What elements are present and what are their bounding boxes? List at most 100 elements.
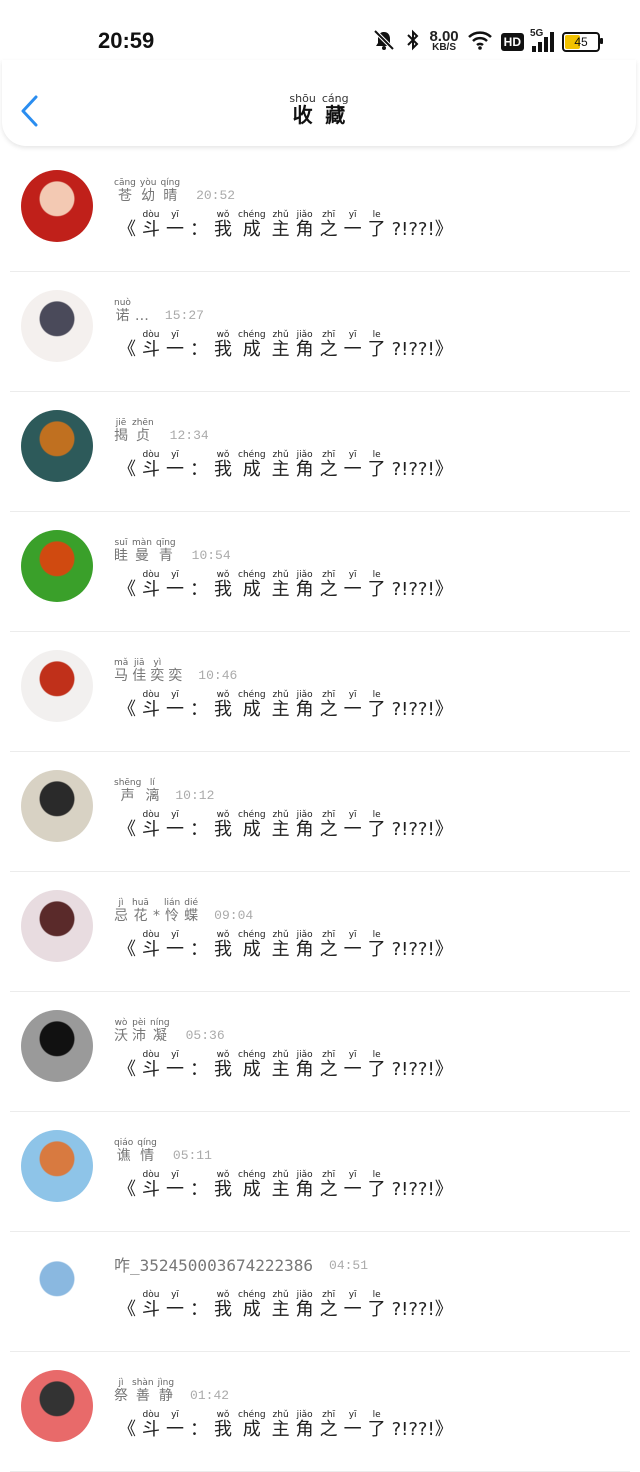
hd-badge: HD — [500, 33, 524, 51]
hanzi: 了 — [367, 1419, 386, 1440]
list-item[interactable]: shēng 声 lí 漓 10:12 《 dòu 斗 yī 一 ： wǒ 我 chéng 成 zhǔ 主 jiǎo… — [0, 752, 640, 872]
item-meta: mǎ 马 jiā 佳 yì 奕奕 10:46 — [114, 658, 237, 684]
avatar[interactable] — [21, 1130, 93, 1202]
list-item[interactable]: nuò 诺… 15:27 《 dòu 斗 yī 一 ： wǒ 我 chéng 成 zhǔ 主 jiǎo 角 zhī… — [0, 272, 640, 392]
list-item[interactable]: wò 沃 pèi 沛 níng 凝 05:36 《 dòu 斗 yī 一： wǒ 我 chéng 成 zhǔ 主 j… — [0, 992, 640, 1112]
message-text: 《 dòu 斗 yī 一 ： wǒ 我 chéng 成 zhǔ 主 jiǎo 角 zhī 之 yī 一 le 了?!?… — [118, 450, 453, 480]
pinyin: wò — [114, 1018, 128, 1028]
message-char: wǒ 我 — [214, 1170, 232, 1200]
hanzi: 斗 — [142, 939, 160, 960]
list-item[interactable]: jiē 揭 zhēn 贞 12:34 《 dòu 斗 yī 一： wǒ 我 chéng 成 zhǔ 主 jiǎo… — [0, 392, 640, 512]
avatar[interactable] — [21, 1010, 93, 1082]
hanzi: 之 — [319, 1419, 338, 1440]
message-char: yī 一 — [166, 1290, 184, 1320]
hanzi: 奕 — [150, 668, 165, 684]
message-char: le 了 — [368, 930, 386, 960]
hanzi: 之 — [319, 699, 338, 720]
battery-icon: 45 — [562, 32, 603, 52]
message-char: zhǔ 主 — [272, 1290, 290, 1320]
avatar[interactable] — [21, 650, 93, 722]
pinyin: qīng — [156, 538, 176, 548]
hanzi: 主 — [271, 1419, 290, 1440]
name-char: pèi 沛 — [132, 1018, 146, 1044]
hanzi: 了 — [367, 699, 386, 720]
mute-bell-icon — [371, 29, 397, 56]
avatar[interactable] — [21, 290, 93, 362]
message-char: ： — [190, 330, 208, 360]
pinyin: huā — [132, 898, 149, 908]
hanzi: 之 — [319, 1059, 338, 1080]
avatar[interactable] — [21, 1370, 93, 1442]
sender-name: wò 沃 pèi 沛 níng 凝 — [114, 1018, 170, 1044]
message-char: zhī 之 — [320, 210, 338, 240]
message-char: yī 一 — [166, 330, 184, 360]
message-char: wǒ 我 — [214, 930, 232, 960]
message-char: ： — [190, 810, 208, 840]
message-char: ： — [190, 1410, 208, 1440]
hanzi: 苍 — [117, 188, 132, 204]
name-char: yòu 幼 — [140, 178, 157, 204]
pinyin: qíng — [160, 178, 181, 188]
list-item[interactable]: jì 祭 shàn 善 jìng 静 01:42 《 dòu 斗 yī 一： wǒ 我 chéng 成 zhǔ 主… — [0, 1352, 640, 1472]
hanzi: ： — [190, 1299, 208, 1320]
pinyin: suī — [114, 538, 128, 548]
net-speed-unit: KB/S — [432, 42, 456, 53]
sender-name: cāng 苍 yòu 幼 qíng 晴 — [114, 178, 180, 204]
name-char: màn 曼 — [132, 538, 152, 564]
hanzi: 漓 — [145, 788, 160, 804]
hanzi: 我 — [214, 459, 232, 480]
hanzi: 角 — [295, 1059, 314, 1080]
pinyin: yòu — [139, 178, 157, 188]
hanzi: 成 — [242, 1179, 261, 1200]
message-char: dòu 斗 — [142, 690, 160, 720]
name-char: dié 蝶 — [184, 898, 198, 924]
avatar[interactable] — [21, 770, 93, 842]
message-char: wǒ 我 — [214, 1410, 232, 1440]
bluetooth-icon — [405, 29, 421, 56]
avatar[interactable] — [21, 890, 93, 962]
item-meta: jiē 揭 zhēn 贞 12:34 — [114, 418, 209, 444]
hanzi: 主 — [271, 699, 290, 720]
pinyin: pèi — [132, 1018, 146, 1028]
avatar[interactable] — [21, 1250, 93, 1322]
list-item[interactable]: suī 眭 màn 曼 qīng 青 10:54 《 dòu 斗 yī 一： wǒ 我 chéng 成 zhǔ 主… — [0, 512, 640, 632]
hanzi: ： — [190, 579, 208, 600]
message-char: zhǔ 主 — [272, 1410, 290, 1440]
avatar[interactable] — [21, 170, 93, 242]
list-item[interactable]: qiáo 谯 qíng 情 05:11 《 dòu 斗 yī 一： wǒ 我 chéng 成 zhǔ 主 jiǎ… — [0, 1112, 640, 1232]
list-item[interactable]: cāng 苍 yòu 幼 qíng 晴 20:52 《 dòu 斗 yī 一： wǒ 我 chéng 成 zhǔ… — [0, 152, 640, 272]
hanzi: 佳 — [132, 668, 147, 684]
hanzi: 奕 — [168, 668, 183, 684]
hanzi: 斗 — [142, 459, 160, 480]
message-char: wǒ 我 — [214, 810, 232, 840]
quote-open: 《 — [118, 1299, 136, 1320]
hanzi: 主 — [271, 459, 290, 480]
hanzi: 静 — [158, 1388, 173, 1404]
hanzi: 我 — [214, 1179, 232, 1200]
hanzi: 斗 — [142, 339, 160, 360]
message-char: zhǔ 主 — [272, 1170, 290, 1200]
message-char: jiǎo 角 — [296, 930, 314, 960]
list-item[interactable]: jì 忌 huā 花 * lián 怜 dié 蝶 09:04 《 dòu 斗 yī 一： wǒ 我 chéng 成… — [0, 872, 640, 992]
avatar[interactable] — [21, 530, 93, 602]
pinyin: yì — [153, 658, 162, 668]
name-char: qíng 晴 — [160, 178, 180, 204]
item-meta: jì 祭 shàn 善 jìng 静 01:42 — [114, 1378, 229, 1404]
hanzi: 花 — [133, 908, 148, 924]
message-char: le 了 — [368, 210, 386, 240]
cell-signal-icon: 5G — [530, 28, 554, 52]
list-item[interactable]: mǎ 马 jiā 佳 yì 奕奕 10:46 《 dòu 斗 yī 一： wǒ 我 chéng 成 zhǔ 主 ji… — [0, 632, 640, 752]
message-char: dòu 斗 — [142, 930, 160, 960]
item-meta: jì 忌 huā 花 * lián 怜 dié 蝶 09:04 — [114, 898, 253, 924]
hanzi: 一 — [343, 1419, 362, 1440]
sender-name: qiáo 谯 qíng 情 — [114, 1138, 157, 1164]
hanzi: 一 — [166, 1419, 184, 1440]
hanzi: 成 — [242, 219, 261, 240]
message-char: zhī 之 — [320, 450, 338, 480]
avatar[interactable] — [21, 410, 93, 482]
hanzi: 一 — [343, 219, 362, 240]
hanzi: 角 — [295, 579, 314, 600]
hanzi: 角 — [295, 939, 314, 960]
item-meta: wò 沃 pèi 沛 níng 凝 05:36 — [114, 1018, 225, 1044]
list-item[interactable]: 咋_352450003674222386 04:51 《 dòu 斗 yī 一 ： wǒ 我 ché… — [0, 1232, 640, 1352]
